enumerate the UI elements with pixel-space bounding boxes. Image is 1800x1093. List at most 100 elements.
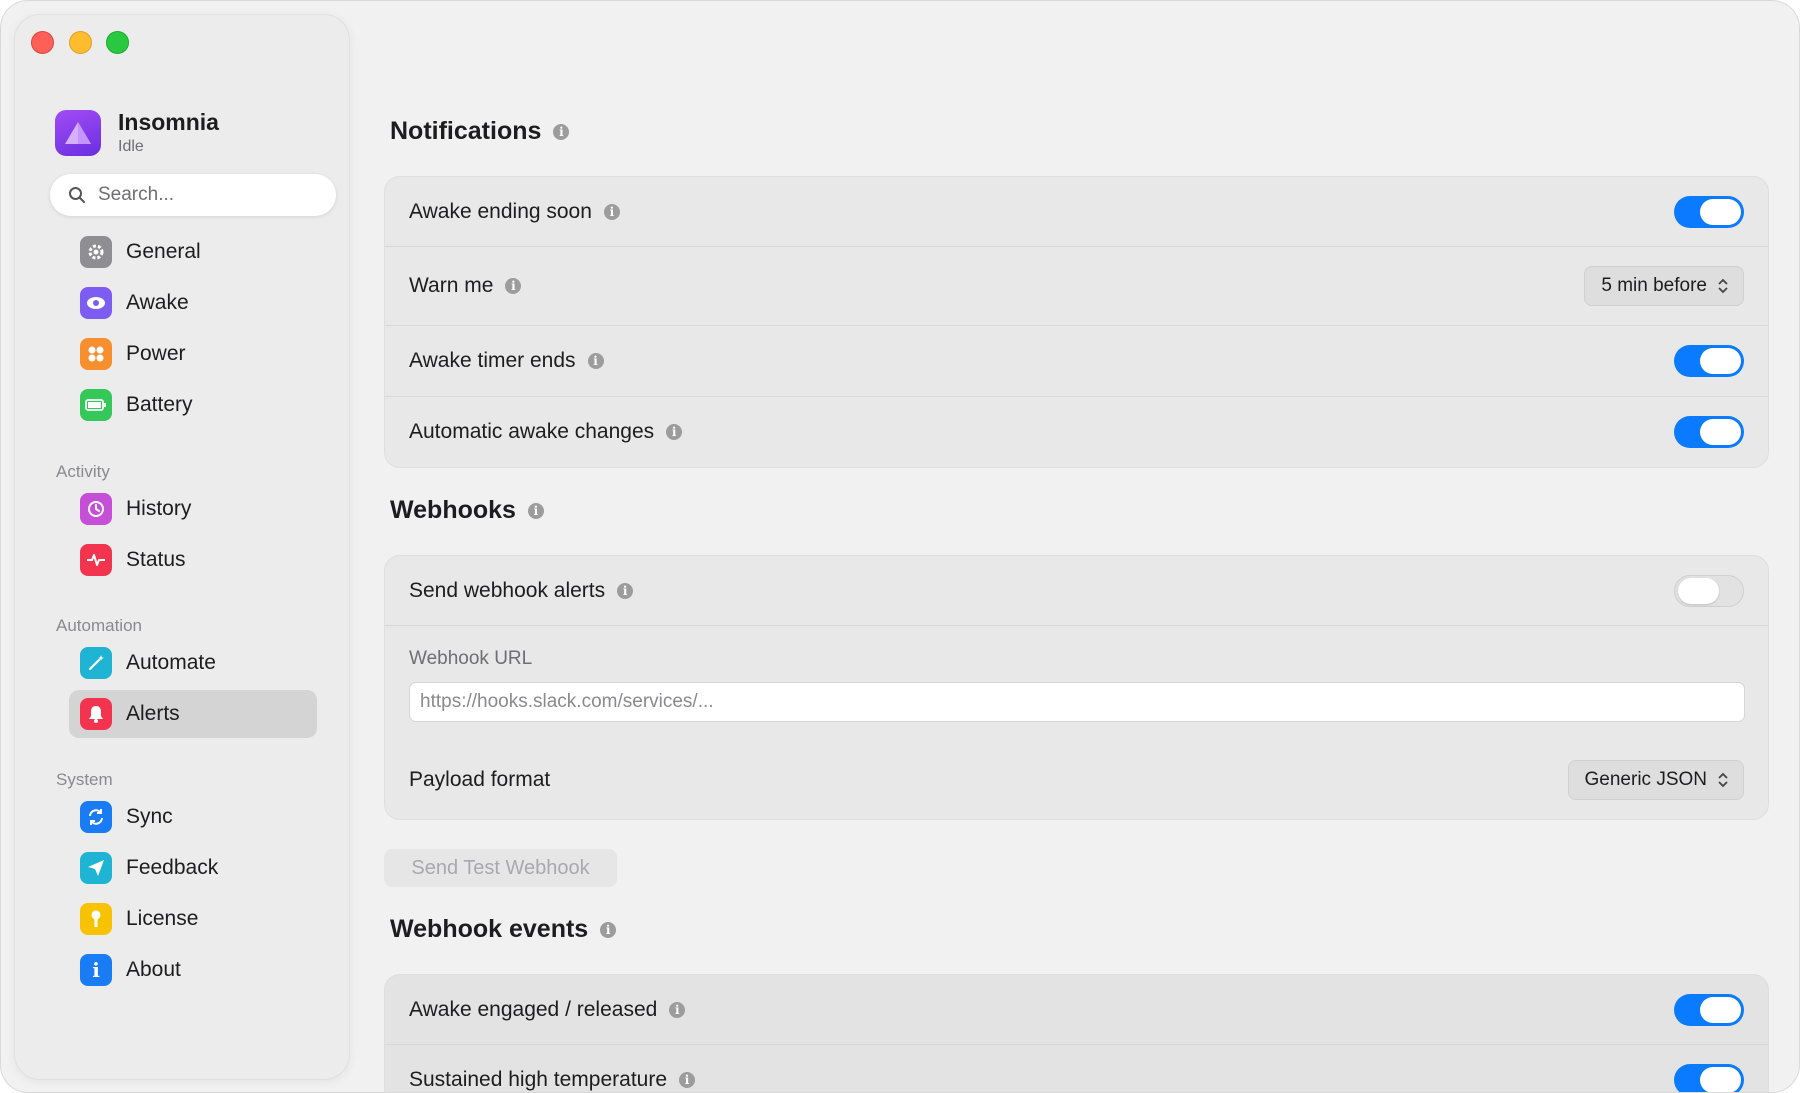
app-logo-icon bbox=[55, 110, 101, 156]
chevron-updown-icon bbox=[1718, 772, 1728, 788]
sidebar-item-label: Automate bbox=[126, 651, 216, 674]
info-icon[interactable]: i bbox=[666, 424, 683, 440]
info-icon[interactable]: i bbox=[679, 1072, 695, 1088]
row-label: Payload format bbox=[409, 768, 551, 791]
search-input[interactable] bbox=[96, 183, 320, 207]
warn-me-select[interactable]: 5 min before bbox=[1584, 266, 1744, 306]
awake-engaged-toggle[interactable] bbox=[1674, 993, 1744, 1026]
info-icon[interactable]: i bbox=[617, 582, 634, 599]
section-title: Webhook events bbox=[390, 915, 589, 943]
sidebar-item-general[interactable]: General bbox=[69, 228, 317, 276]
row-label: Send webhook alerts bbox=[409, 578, 606, 602]
notifications-heading: Notifications i bbox=[390, 117, 570, 146]
sidebar-item-sync[interactable]: Sync bbox=[69, 793, 317, 841]
webhook-events-card: Awake engaged / released i Sustained high… bbox=[384, 974, 1769, 1092]
sidebar-item-about[interactable]: i About bbox=[69, 946, 317, 994]
sidebar-item-label: Sync bbox=[126, 805, 173, 828]
gear-icon bbox=[80, 236, 112, 268]
info-icon[interactable]: i bbox=[553, 123, 570, 140]
app-status: Idle bbox=[118, 138, 144, 155]
info-icon[interactable]: i bbox=[587, 353, 604, 369]
sidebar-item-power[interactable]: Power bbox=[69, 330, 317, 378]
select-value: Generic JSON bbox=[1584, 769, 1707, 790]
row-label: Awake timer ends bbox=[409, 349, 576, 372]
history-icon bbox=[80, 493, 112, 525]
warn-me-row: Warn me i 5 min before bbox=[385, 247, 1768, 326]
section-label-automation: Automation bbox=[56, 616, 142, 635]
battery-icon bbox=[80, 389, 112, 421]
key-icon bbox=[80, 903, 112, 935]
sidebar-item-label: General bbox=[126, 240, 201, 263]
awake-ending-soon-row: Awake ending soon i bbox=[385, 177, 1768, 247]
notifications-card: Awake ending soon i Warn me i 5 min before… bbox=[384, 176, 1769, 468]
sidebar-item-history[interactable]: History bbox=[69, 485, 317, 533]
sustained-temp-toggle[interactable] bbox=[1674, 1064, 1744, 1092]
row-label: Awake engaged / released bbox=[409, 997, 658, 1021]
sidebar-item-label: Power bbox=[126, 342, 186, 365]
sidebar-item-label: Feedback bbox=[126, 856, 219, 879]
info-icon[interactable]: i bbox=[600, 921, 617, 938]
webhooks-heading: Webhooks i bbox=[390, 496, 544, 525]
select-value: 5 min before bbox=[1601, 275, 1707, 296]
awake-timer-ends-row: Awake timer ends i bbox=[385, 326, 1768, 397]
sidebar-item-label: About bbox=[126, 958, 181, 981]
payload-format-select[interactable]: Generic JSON bbox=[1567, 760, 1744, 800]
row-label: Automatic awake changes bbox=[409, 420, 655, 443]
row-label: Warn me bbox=[409, 274, 494, 297]
info-icon: i bbox=[80, 954, 112, 986]
pulse-icon bbox=[80, 544, 112, 576]
search-box bbox=[50, 174, 336, 216]
webhook-url-label: Webhook URL bbox=[409, 648, 533, 669]
info-icon[interactable]: i bbox=[505, 278, 522, 294]
power-icon bbox=[80, 338, 112, 370]
automatic-awake-changes-row: Automatic awake changes i bbox=[385, 397, 1768, 467]
bell-icon bbox=[80, 698, 112, 730]
close-window-button[interactable] bbox=[31, 31, 54, 54]
paper-plane-icon bbox=[80, 852, 112, 884]
sidebar-item-label: History bbox=[126, 497, 192, 520]
sidebar-item-alerts[interactable]: Alerts bbox=[69, 690, 317, 738]
sustained-temp-row: Sustained high temperature i bbox=[385, 1045, 1768, 1092]
magic-wand-icon bbox=[80, 647, 112, 679]
section-label-system: System bbox=[56, 770, 113, 789]
payload-format-row: Payload format Generic JSON bbox=[385, 740, 1768, 820]
send-test-webhook-button[interactable]: Send Test Webhook bbox=[384, 849, 617, 887]
automatic-awake-changes-toggle[interactable] bbox=[1674, 416, 1744, 448]
webhook-url-input[interactable] bbox=[409, 682, 1745, 722]
sidebar-item-battery[interactable]: Battery bbox=[69, 381, 317, 429]
info-icon[interactable]: i bbox=[603, 203, 620, 220]
awake-engaged-row: Awake engaged / released i bbox=[385, 975, 1768, 1045]
row-label: Awake ending soon bbox=[409, 199, 592, 223]
sidebar-item-label: Alerts bbox=[126, 702, 180, 725]
minimize-window-button[interactable] bbox=[69, 31, 92, 54]
send-webhook-alerts-row: Send webhook alerts i bbox=[385, 556, 1768, 626]
webhooks-card: Send webhook alerts i Webhook URL Payload… bbox=[384, 555, 1769, 820]
row-label: Sustained high temperature bbox=[409, 1068, 667, 1091]
info-icon[interactable]: i bbox=[527, 502, 544, 519]
sidebar: Insomnia Idle General Awake Power bbox=[14, 14, 350, 1080]
search-icon bbox=[69, 187, 85, 203]
sidebar-item-label: Status bbox=[126, 548, 186, 571]
info-icon[interactable]: i bbox=[669, 1001, 686, 1018]
send-webhook-alerts-toggle[interactable] bbox=[1674, 574, 1744, 607]
sidebar-item-label: Battery bbox=[126, 393, 193, 416]
sidebar-item-automate[interactable]: Automate bbox=[69, 639, 317, 687]
sidebar-item-license[interactable]: License bbox=[69, 895, 317, 943]
awake-ending-soon-toggle[interactable] bbox=[1674, 195, 1744, 228]
webhook-events-heading: Webhook events i bbox=[390, 915, 617, 944]
sidebar-item-awake[interactable]: Awake bbox=[69, 279, 317, 327]
eye-icon bbox=[80, 287, 112, 319]
settings-window: Insomnia Idle General Awake Power bbox=[0, 0, 1800, 1093]
sidebar-item-status[interactable]: Status bbox=[69, 536, 317, 584]
sidebar-item-label: License bbox=[126, 907, 199, 930]
sync-icon bbox=[80, 801, 112, 833]
maximize-window-button[interactable] bbox=[106, 31, 129, 54]
section-title: Notifications bbox=[390, 117, 542, 145]
sidebar-item-feedback[interactable]: Feedback bbox=[69, 844, 317, 892]
sidebar-item-label: Awake bbox=[126, 291, 189, 314]
app-name: Insomnia bbox=[118, 109, 219, 135]
section-title: Webhooks bbox=[390, 496, 516, 524]
awake-timer-ends-toggle[interactable] bbox=[1674, 345, 1744, 377]
section-label-activity: Activity bbox=[56, 462, 110, 481]
chevron-updown-icon bbox=[1718, 278, 1728, 294]
